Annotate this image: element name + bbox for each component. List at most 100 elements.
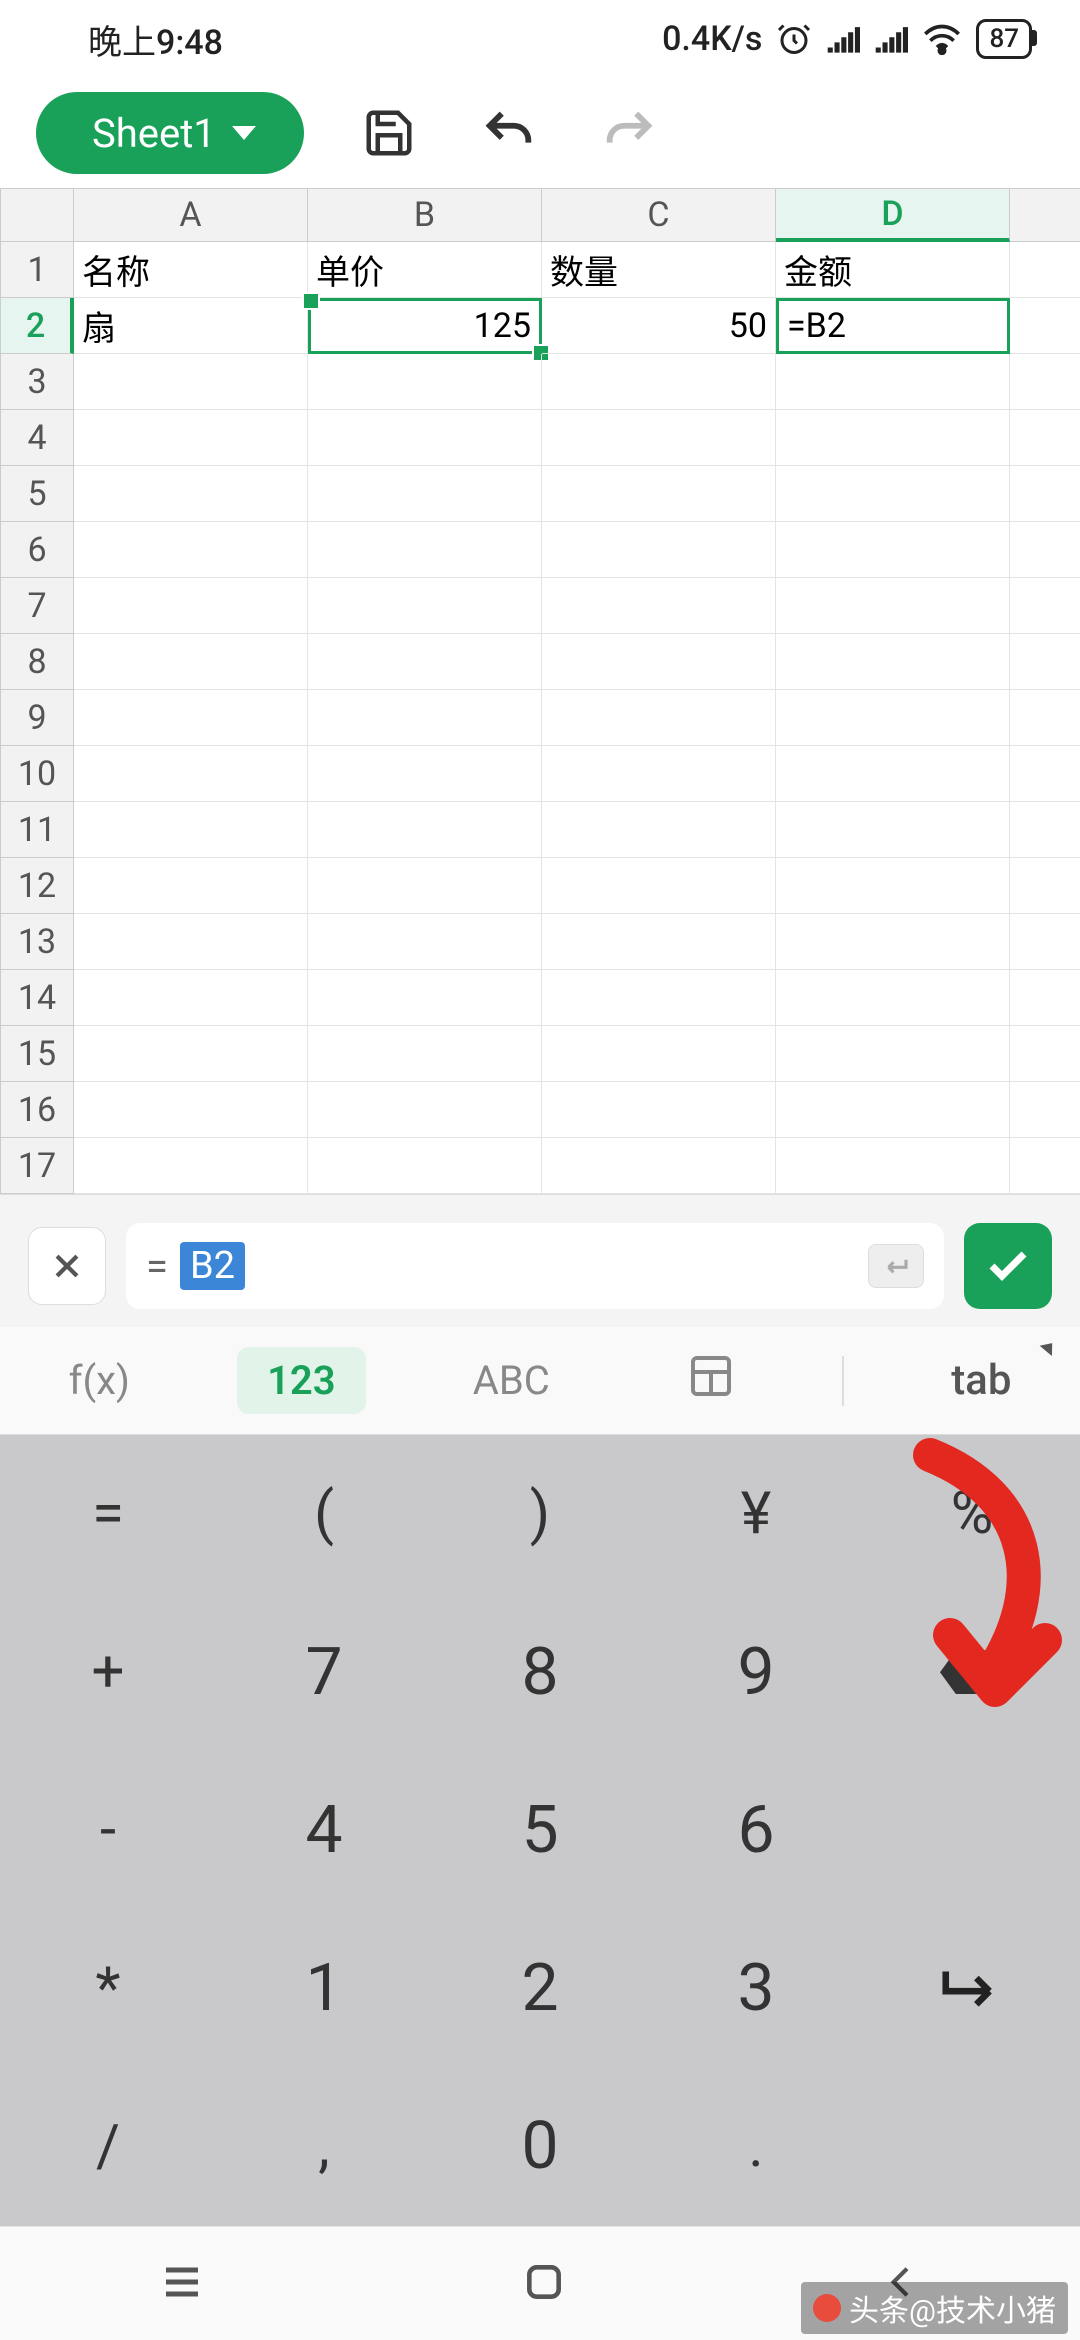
cell-B4[interactable] bbox=[308, 410, 542, 466]
row-header-4[interactable]: 4 bbox=[0, 410, 74, 466]
key-7[interactable]: 7 bbox=[216, 1593, 432, 1751]
key-enter[interactable] bbox=[864, 1910, 1080, 2068]
nav-home-button[interactable] bbox=[522, 2260, 566, 2308]
cell-B1[interactable]: 单价 bbox=[308, 242, 542, 298]
mode-123[interactable]: 123 bbox=[237, 1347, 366, 1414]
cell-C13[interactable] bbox=[542, 914, 776, 970]
cell-D4[interactable] bbox=[776, 410, 1010, 466]
row-header-6[interactable]: 6 bbox=[0, 522, 74, 578]
cell-C10[interactable] bbox=[542, 746, 776, 802]
key-backspace[interactable]: ✕ bbox=[864, 1593, 1080, 1751]
cell-A3[interactable] bbox=[74, 354, 308, 410]
cell-E13[interactable] bbox=[1010, 914, 1080, 970]
grid-corner[interactable] bbox=[0, 188, 74, 242]
redo-button[interactable] bbox=[594, 98, 664, 168]
cell-E11[interactable] bbox=[1010, 802, 1080, 858]
cell-D16[interactable] bbox=[776, 1082, 1010, 1138]
sheet-selector[interactable]: Sheet1 bbox=[36, 92, 304, 174]
row-header-2[interactable]: 2 bbox=[0, 298, 74, 354]
cell-A2[interactable]: 扇 bbox=[74, 298, 308, 354]
row-header-8[interactable]: 8 bbox=[0, 634, 74, 690]
cell-B12[interactable] bbox=[308, 858, 542, 914]
col-header-A[interactable]: A bbox=[74, 188, 308, 242]
cell-A9[interactable] bbox=[74, 690, 308, 746]
mode-cell-icon[interactable] bbox=[657, 1342, 765, 1420]
cell-D17[interactable] bbox=[776, 1138, 1010, 1194]
formula-close-button[interactable] bbox=[28, 1227, 106, 1305]
row-header-9[interactable]: 9 bbox=[0, 690, 74, 746]
cell-D7[interactable] bbox=[776, 578, 1010, 634]
key-8[interactable]: 8 bbox=[432, 1593, 648, 1751]
formula-newline-button[interactable] bbox=[868, 1244, 924, 1288]
cell-A13[interactable] bbox=[74, 914, 308, 970]
cell-A14[interactable] bbox=[74, 970, 308, 1026]
cell-C4[interactable] bbox=[542, 410, 776, 466]
cell-C12[interactable] bbox=[542, 858, 776, 914]
key-slash[interactable]: / bbox=[0, 2068, 216, 2226]
formula-confirm-button[interactable] bbox=[964, 1223, 1052, 1309]
cell-E15[interactable] bbox=[1010, 1026, 1080, 1082]
col-header-B[interactable]: B bbox=[308, 188, 542, 242]
cell-C16[interactable] bbox=[542, 1082, 776, 1138]
cell-B2[interactable]: 125 bbox=[308, 298, 542, 354]
cell-E6[interactable] bbox=[1010, 522, 1080, 578]
key-percent[interactable]: % bbox=[864, 1435, 1080, 1593]
cell-B15[interactable] bbox=[308, 1026, 542, 1082]
col-header-D[interactable]: D bbox=[776, 188, 1010, 242]
cell-A17[interactable] bbox=[74, 1138, 308, 1194]
key-1[interactable]: 1 bbox=[216, 1910, 432, 2068]
cell-B6[interactable] bbox=[308, 522, 542, 578]
cell-C17[interactable] bbox=[542, 1138, 776, 1194]
row-header-10[interactable]: 10 bbox=[0, 746, 74, 802]
cell-C9[interactable] bbox=[542, 690, 776, 746]
cell-C5[interactable] bbox=[542, 466, 776, 522]
cell-B9[interactable] bbox=[308, 690, 542, 746]
row-header-5[interactable]: 5 bbox=[0, 466, 74, 522]
cell-A1[interactable]: 名称 bbox=[74, 242, 308, 298]
cell-D3[interactable] bbox=[776, 354, 1010, 410]
row-header-15[interactable]: 15 bbox=[0, 1026, 74, 1082]
cell-C15[interactable] bbox=[542, 1026, 776, 1082]
key-asterisk[interactable]: * bbox=[0, 1910, 216, 2068]
cell-E4[interactable] bbox=[1010, 410, 1080, 466]
nav-menu-button[interactable] bbox=[158, 2258, 206, 2310]
row-header-14[interactable]: 14 bbox=[0, 970, 74, 1026]
cell-D10[interactable] bbox=[776, 746, 1010, 802]
key-0[interactable]: 0 bbox=[432, 2068, 648, 2226]
cell-B16[interactable] bbox=[308, 1082, 542, 1138]
key-minus[interactable]: - bbox=[0, 1751, 216, 1909]
cell-E1[interactable] bbox=[1010, 242, 1080, 298]
cell-B17[interactable] bbox=[308, 1138, 542, 1194]
undo-button[interactable] bbox=[474, 98, 544, 168]
save-button[interactable] bbox=[354, 98, 424, 168]
row-header-16[interactable]: 16 bbox=[0, 1082, 74, 1138]
cell-D9[interactable] bbox=[776, 690, 1010, 746]
cell-C2[interactable]: 50 bbox=[542, 298, 776, 354]
cell-D6[interactable] bbox=[776, 522, 1010, 578]
cell-B11[interactable] bbox=[308, 802, 542, 858]
spreadsheet-grid[interactable]: ABCDE1名称单价数量金额2扇12550=B23456789101112131… bbox=[0, 188, 1080, 1194]
cell-C1[interactable]: 数量 bbox=[542, 242, 776, 298]
cell-D2[interactable]: =B2 bbox=[776, 298, 1010, 354]
cell-D15[interactable] bbox=[776, 1026, 1010, 1082]
cell-E8[interactable] bbox=[1010, 634, 1080, 690]
cell-D1[interactable]: 金额 bbox=[776, 242, 1010, 298]
mode-fx[interactable]: f(x) bbox=[39, 1347, 160, 1414]
key-4[interactable]: 4 bbox=[216, 1751, 432, 1909]
key-equals[interactable]: = bbox=[0, 1435, 216, 1593]
cell-E9[interactable] bbox=[1010, 690, 1080, 746]
cell-A5[interactable] bbox=[74, 466, 308, 522]
col-header-C[interactable]: C bbox=[542, 188, 776, 242]
cell-B10[interactable] bbox=[308, 746, 542, 802]
cell-E3[interactable] bbox=[1010, 354, 1080, 410]
cell-E5[interactable] bbox=[1010, 466, 1080, 522]
mode-tab[interactable]: tab bbox=[921, 1346, 1041, 1415]
cell-D12[interactable] bbox=[776, 858, 1010, 914]
key-comma[interactable]: , bbox=[216, 2068, 432, 2226]
row-header-11[interactable]: 11 bbox=[0, 802, 74, 858]
cell-E16[interactable] bbox=[1010, 1082, 1080, 1138]
key-2[interactable]: 2 bbox=[432, 1910, 648, 2068]
row-header-7[interactable]: 7 bbox=[0, 578, 74, 634]
cell-A7[interactable] bbox=[74, 578, 308, 634]
cell-E14[interactable] bbox=[1010, 970, 1080, 1026]
